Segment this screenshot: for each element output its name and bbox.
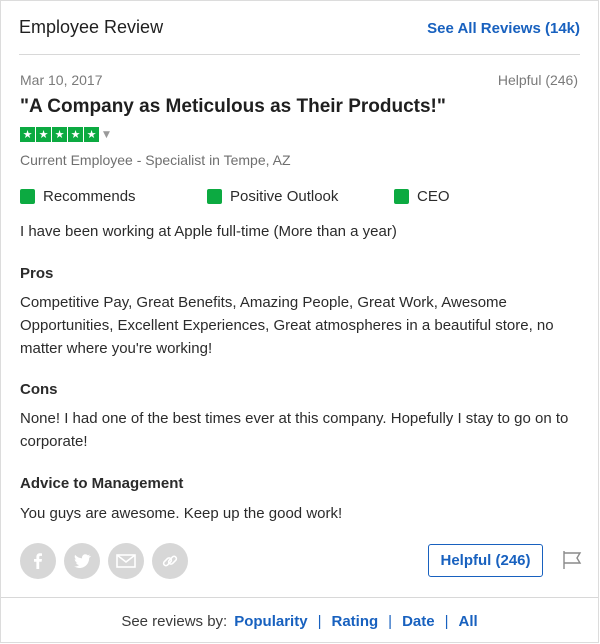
pros-text: Competitive Pay, Great Benefits, Amazing… <box>20 294 554 357</box>
link-icon <box>162 555 178 567</box>
review-filter-bar: See reviews by: Popularity | Rating | Da… <box>1 597 598 644</box>
filter-label: See reviews by: <box>121 612 228 630</box>
check-box-icon <box>20 188 35 204</box>
filter-rating-link[interactable]: Rating <box>331 613 378 630</box>
indicator-label: Positive Outlook <box>230 187 339 205</box>
indicator-label: CEO <box>417 187 450 205</box>
email-icon <box>116 554 136 568</box>
indicator-ceo: CEO <box>394 187 450 205</box>
cons-heading: Cons <box>20 381 58 398</box>
share-email-button[interactable] <box>108 543 144 579</box>
star-icon: ★ <box>20 127 35 142</box>
facebook-icon <box>34 553 42 569</box>
check-box-icon <box>394 188 409 204</box>
helpful-button[interactable]: Helpful (246) <box>428 544 543 577</box>
filter-popularity-link[interactable]: Popularity <box>234 613 307 630</box>
star-rating: ★ ★ ★ ★ ★ ▼ <box>20 127 110 142</box>
cons-text: None! I had one of the best times ever a… <box>20 410 569 450</box>
chevron-down-icon[interactable]: ▼ <box>103 130 110 140</box>
check-box-icon <box>207 188 222 204</box>
indicator-outlook: Positive Outlook <box>207 187 338 205</box>
filter-separator: | <box>388 612 393 630</box>
filter-date-link[interactable]: Date <box>402 613 435 630</box>
advice-text: You guys are awesome. Keep up the good w… <box>20 505 343 522</box>
card-title: Employee Review <box>19 17 164 37</box>
pros-heading: Pros <box>20 265 54 282</box>
filter-all-link[interactable]: All <box>458 613 477 630</box>
helpful-count: Helpful (246) <box>497 72 578 88</box>
advice-heading: Advice to Management <box>20 475 184 492</box>
share-facebook-button[interactable] <box>20 543 56 579</box>
star-icon: ★ <box>84 127 99 142</box>
star-icon: ★ <box>52 127 67 142</box>
share-link-button[interactable] <box>152 543 188 579</box>
employee-review-card: Employee Review See All Reviews (14k) Ma… <box>0 0 599 643</box>
review-author: Current Employee - Specialist in Tempe, … <box>20 152 291 168</box>
flag-icon[interactable] <box>561 549 583 571</box>
see-all-reviews-link[interactable]: See All Reviews (14k) <box>427 20 580 37</box>
card-header: Employee Review See All Reviews (14k) <box>19 1 580 55</box>
employment-status: I have been working at Apple full-time (… <box>20 223 397 240</box>
indicator-label: Recommends <box>43 187 136 205</box>
filter-separator: | <box>317 612 322 630</box>
filter-separator: | <box>444 612 449 630</box>
star-icon: ★ <box>68 127 83 142</box>
twitter-icon <box>74 554 91 568</box>
star-icon: ★ <box>36 127 51 142</box>
review-title: "A Company as Meticulous as Their Produc… <box>20 96 446 117</box>
review-date: Mar 10, 2017 <box>20 72 103 88</box>
share-twitter-button[interactable] <box>64 543 100 579</box>
indicator-recommends: Recommends <box>20 187 136 205</box>
